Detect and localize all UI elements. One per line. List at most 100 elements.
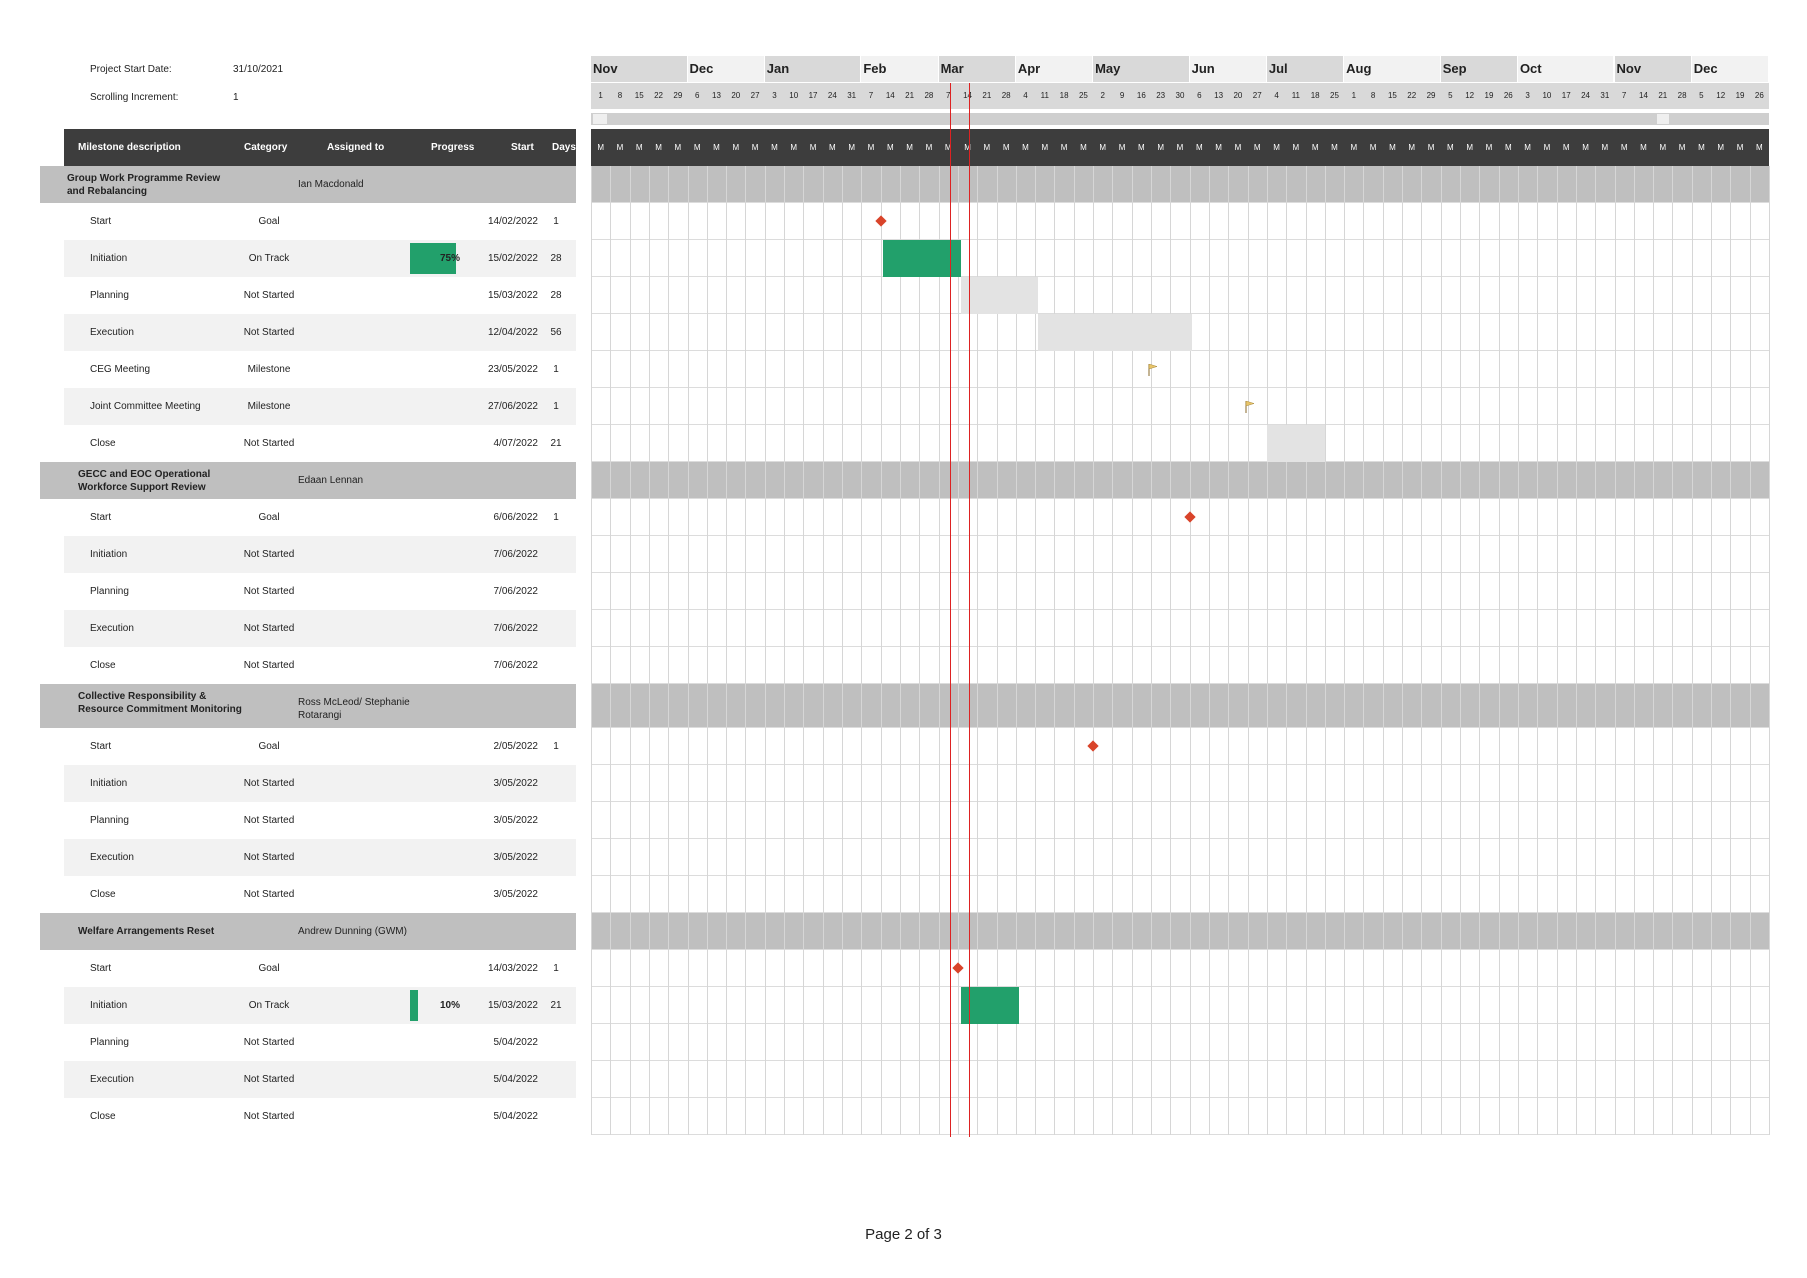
group-row[interactable]: Welfare Arrangements Reset Andrew Dunning… (40, 913, 576, 950)
table-row[interactable]: Initiation On Track 10% 15/03/2022 21 (64, 987, 576, 1024)
table-row[interactable]: Initiation On Track 75% 15/02/2022 28 (64, 240, 576, 277)
week-label: 6 (694, 91, 700, 100)
project-start-value[interactable]: 31/10/2021 (233, 64, 283, 75)
weekday-label: M (1543, 143, 1551, 152)
week-label: 20 (1233, 91, 1243, 100)
weekday-label: M (1408, 143, 1416, 152)
weekday-label: M (1080, 143, 1087, 152)
milestone-start: 7/06/2022 (493, 549, 539, 560)
table-row[interactable]: Planning Not Started 7/06/2022 (64, 573, 576, 610)
milestone-name: Joint Committee Meeting (90, 401, 201, 412)
weekday-label: M (1504, 143, 1512, 152)
weekday-label: M (886, 143, 894, 152)
milestone-name: Initiation (90, 549, 128, 560)
table-row[interactable]: Close Not Started 3/05/2022 (64, 876, 576, 913)
grid-column-line (1518, 166, 1519, 1135)
table-row[interactable]: Execution Not Started 12/04/2022 56 (64, 314, 576, 351)
today-marker-line (968, 83, 970, 1137)
not-started-bar[interactable] (960, 277, 1038, 314)
gantt-row (591, 425, 1769, 462)
weekday-label: M (964, 143, 971, 152)
header-progress: Progress (431, 142, 475, 153)
week-label: 7 (1621, 91, 1627, 100)
grid-column-line (1228, 166, 1229, 1135)
milestone-category: Not Started (243, 815, 295, 826)
week-label: 7 (946, 91, 951, 100)
table-row[interactable]: Start Goal 6/06/2022 1 (64, 499, 576, 536)
week-label: 3 (772, 91, 777, 100)
weekday-label: M (809, 143, 817, 152)
milestone-start: 14/03/2022 (487, 963, 538, 974)
milestone-category: Not Started (243, 852, 295, 863)
milestone-category: Not Started (243, 549, 295, 560)
week-label: 23 (1156, 91, 1166, 100)
gantt-row (591, 839, 1769, 876)
week-label: 20 (731, 91, 741, 100)
weekday-label: M (616, 143, 624, 152)
week-label: 2 (1100, 91, 1105, 100)
grid-column-line (1151, 166, 1152, 1135)
table-row[interactable]: Initiation Not Started 3/05/2022 (64, 765, 576, 802)
table-row[interactable]: Close Not Started 7/06/2022 (64, 647, 576, 684)
milestone-name: Initiation (90, 253, 128, 264)
scrolling-increment-value[interactable]: 1 (233, 92, 239, 103)
milestone-flag-icon[interactable] (1148, 363, 1158, 376)
weekday-label: M (1234, 143, 1242, 152)
weekday-label: M (1273, 143, 1280, 152)
milestone-name: Initiation (90, 778, 128, 789)
weekday-label: M (944, 143, 952, 152)
weekday-label: M (983, 143, 991, 152)
milestone-category: Milestone (247, 364, 291, 375)
table-row[interactable]: Close Not Started 5/04/2022 (64, 1098, 576, 1135)
month-label: Apr (1015, 56, 1093, 82)
scrollbar-thumb-left[interactable] (593, 114, 607, 124)
group-row[interactable]: Collective Responsibility & Resource Com… (40, 684, 576, 728)
table-row[interactable]: Execution Not Started 7/06/2022 (64, 610, 576, 647)
weekday-label: M (1717, 143, 1725, 152)
weekday-label: M (925, 143, 933, 152)
table-row[interactable]: Start Goal 2/05/2022 1 (64, 728, 576, 765)
table-row[interactable]: CEG Meeting Milestone 23/05/2022 1 (64, 351, 576, 388)
week-label: 29 (673, 91, 683, 100)
grid-column-line (668, 166, 669, 1135)
table-row[interactable]: Planning Not Started 5/04/2022 (64, 1024, 576, 1061)
not-started-bar[interactable] (1266, 425, 1325, 462)
timeline-scrollbar[interactable] (591, 113, 1769, 125)
week-label: 18 (1310, 91, 1320, 100)
month-label: Nov (591, 56, 687, 82)
weekday-label: M (1447, 143, 1454, 152)
table-row[interactable]: Initiation Not Started 7/06/2022 (64, 536, 576, 573)
grid-column-line (1306, 166, 1307, 1135)
weekday-label: M (867, 143, 875, 152)
milestone-start: 5/04/2022 (493, 1111, 539, 1122)
week-label: 15 (634, 91, 644, 100)
table-row[interactable]: Execution Not Started 5/04/2022 (64, 1061, 576, 1098)
week-label: 14 (963, 91, 972, 100)
month-label: Jun (1189, 56, 1266, 82)
table-row[interactable]: Close Not Started 4/07/2022 21 (64, 425, 576, 462)
table-row[interactable]: Planning Not Started 15/03/2022 28 (64, 277, 576, 314)
scrollbar-thumb-right[interactable] (1657, 114, 1669, 124)
milestone-flag-icon[interactable] (1245, 400, 1255, 413)
month-label: May (1093, 56, 1189, 82)
group-row[interactable]: Group Work Programme Review and Rebalanc… (40, 166, 576, 203)
group-assigned: Ian Macdonald (298, 179, 364, 190)
table-row[interactable]: Start Goal 14/03/2022 1 (64, 950, 576, 987)
milestone-start: 15/03/2022 (487, 1000, 538, 1011)
grid-column-line (803, 166, 804, 1135)
grid-column-line (726, 166, 727, 1135)
grid-column-line (1576, 166, 1577, 1135)
scrolling-increment-label: Scrolling Increment: (90, 92, 179, 103)
weekday-label: M (1138, 143, 1145, 152)
milestone-category: On Track (248, 253, 290, 264)
table-row[interactable]: Execution Not Started 3/05/2022 (64, 839, 576, 876)
weekday-label: M (1195, 143, 1203, 152)
milestone-category: Not Started (243, 1111, 295, 1122)
table-row[interactable]: Start Goal 14/02/2022 1 (64, 203, 576, 240)
gantt-row (591, 765, 1769, 802)
group-assigned: Andrew Dunning (GWM) (298, 926, 407, 937)
table-row[interactable]: Joint Committee Meeting Milestone 27/06/20… (64, 388, 576, 425)
table-row[interactable]: Planning Not Started 3/05/2022 (64, 802, 576, 839)
group-row[interactable]: GECC and EOC Operational Workforce Suppo… (40, 462, 576, 499)
not-started-bar[interactable] (1037, 314, 1193, 351)
